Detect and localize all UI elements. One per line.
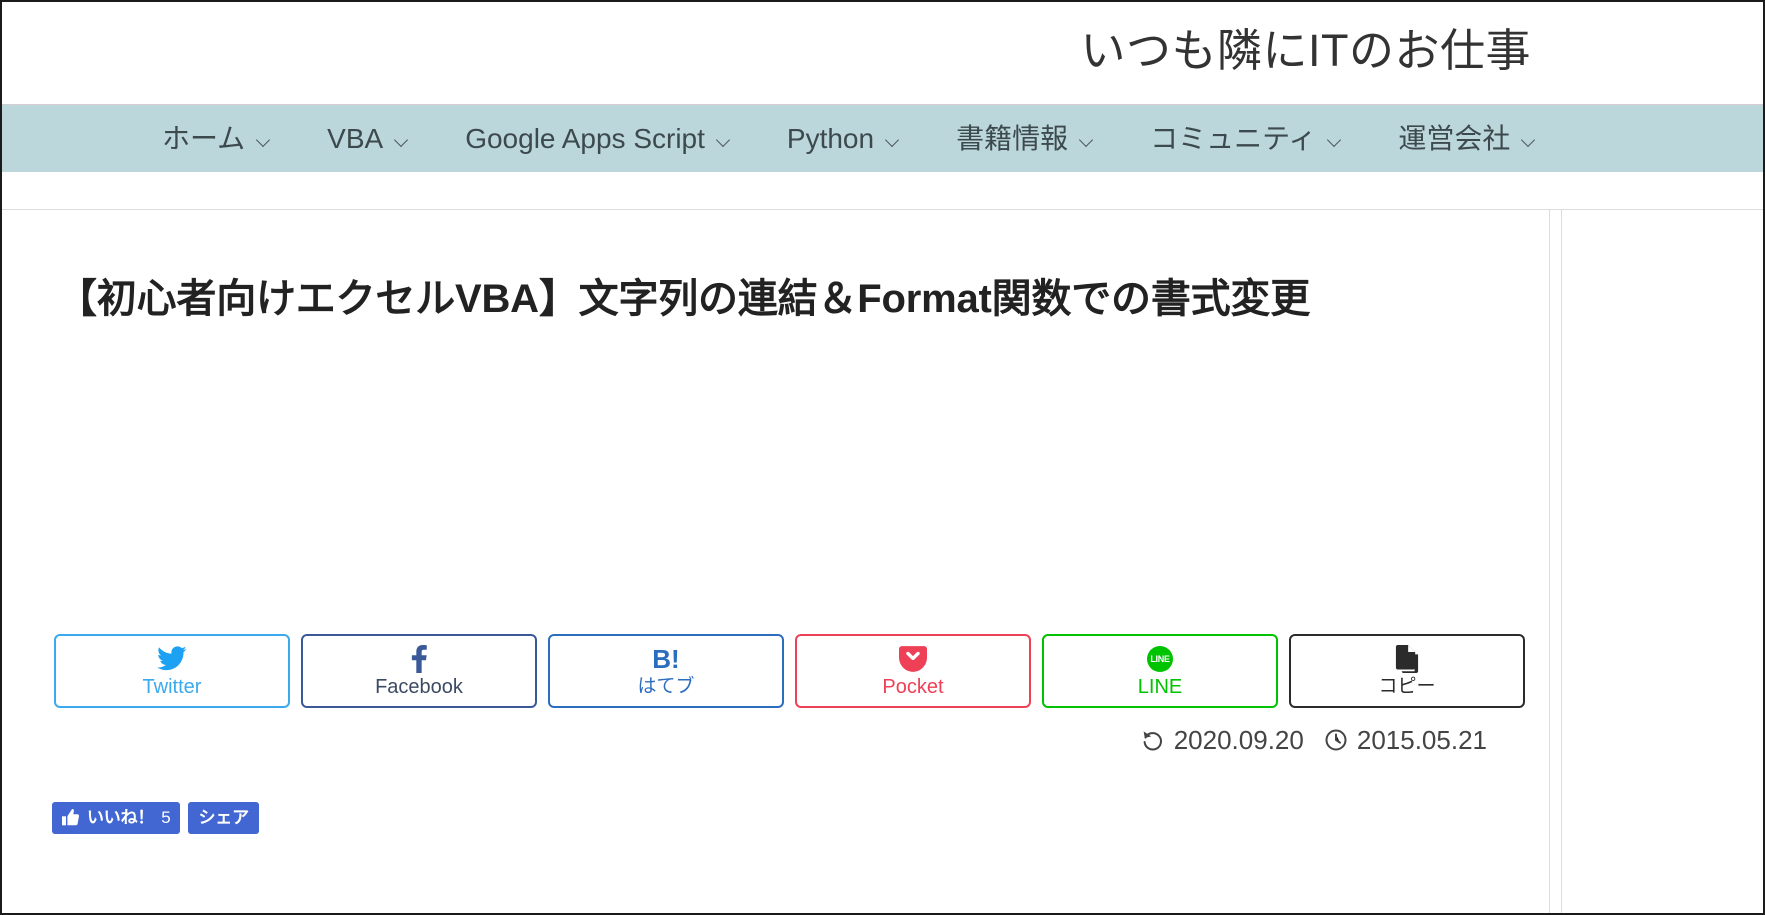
published-date-text: 2015.05.21 [1356, 725, 1487, 755]
sidebar-panel [1561, 210, 1763, 913]
published-date: 2015.05.21 [1324, 725, 1487, 755]
header-content-divider [2, 172, 1763, 210]
share-button-label: はてブ [637, 675, 695, 697]
share-button-facebook[interactable]: Facebook [301, 634, 537, 708]
chevron-down-icon [394, 133, 410, 149]
site-header: いつも隣にITのお仕事 [2, 2, 1763, 104]
nav-item-google-apps-script[interactable]: Google Apps Script [465, 122, 732, 156]
share-button-label: Facebook [375, 675, 463, 698]
chevron-down-icon [1521, 133, 1537, 149]
twitter-bird-icon [157, 644, 187, 674]
thumbs-up-icon [62, 809, 80, 826]
nav-item-label: 運営会社 [1398, 122, 1511, 154]
nav-item-label: Google Apps Script [465, 122, 705, 154]
nav-item-community[interactable]: コミュニティ [1150, 122, 1343, 156]
line-icon: LINE [1147, 644, 1173, 674]
hatena-b-glyph: B! [652, 643, 680, 674]
facebook-share-button[interactable]: シェア [188, 802, 259, 834]
share-button-hatena[interactable]: B! はてブ [548, 634, 784, 708]
facebook-widget: いいね！ 5 シェア [52, 802, 259, 834]
social-share-bar: Twitter Facebook B! はてブ Pocket LINE LINE… [54, 634, 1525, 708]
page-title: 【初心者向けエクセルVBA】文字列の連結＆Format関数での書式変更 [57, 277, 1311, 321]
sidebar [1551, 210, 1763, 913]
facebook-f-icon [411, 644, 428, 674]
nav-item-python[interactable]: Python [787, 122, 901, 156]
chevron-down-icon [716, 133, 732, 149]
share-button-twitter[interactable]: Twitter [54, 634, 290, 708]
history-revert-icon [1143, 731, 1162, 751]
nav-item-books[interactable]: 書籍情報 [956, 122, 1095, 156]
share-button-copy[interactable]: コピー [1289, 634, 1525, 708]
nav-item-label: 書籍情報 [956, 122, 1069, 154]
copy-document-icon [1394, 644, 1420, 674]
nav-item-label: コミュニティ [1150, 122, 1317, 154]
nav-item-label: VBA [327, 122, 384, 154]
nav-item-label: Python [786, 122, 875, 154]
clock-icon [1325, 729, 1347, 751]
browser-viewport: いつも隣にITのお仕事 ホーム VBA Google Apps Script P… [0, 0, 1765, 915]
post-dates: 2020.09.20 2015.05.21 [1141, 725, 1487, 755]
share-button-label: Twitter [142, 675, 202, 698]
facebook-share-label: シェア [198, 808, 249, 827]
nav-item-vba[interactable]: VBA [327, 122, 410, 156]
chevron-down-icon [1327, 133, 1343, 149]
chevron-down-icon [885, 133, 901, 149]
chevron-down-icon [1079, 133, 1095, 149]
chevron-down-icon [256, 133, 272, 149]
facebook-like-button[interactable]: いいね！ 5 [52, 802, 181, 834]
updated-date: 2020.09.20 [1141, 725, 1304, 755]
nav-item-company[interactable]: 運営会社 [1398, 122, 1537, 156]
share-button-label: コピー [1378, 675, 1436, 697]
line-badge-glyph: LINE [1147, 645, 1173, 672]
article-card: 【初心者向けエクセルVBA】文字列の連結＆Format関数での書式変更 Twit… [2, 210, 1550, 913]
share-button-pocket[interactable]: Pocket [795, 634, 1031, 708]
updated-date-text: 2020.09.20 [1173, 725, 1304, 755]
facebook-like-label: いいね！ [87, 808, 155, 827]
main-content: 【初心者向けエクセルVBA】文字列の連結＆Format関数での書式変更 Twit… [2, 210, 1763, 913]
global-navigation: ホーム VBA Google Apps Script Python 書籍情報 コ… [2, 104, 1763, 172]
pocket-icon [899, 644, 927, 674]
share-button-label: Pocket [882, 675, 944, 698]
share-button-label: LINE [1137, 675, 1183, 698]
nav-item-home[interactable]: ホーム [162, 122, 272, 156]
hatena-bookmark-icon: B! [652, 644, 679, 674]
share-button-line[interactable]: LINE LINE [1042, 634, 1278, 708]
nav-item-label: ホーム [162, 122, 246, 154]
site-title[interactable]: いつも隣にITのお仕事 [1081, 20, 1532, 82]
facebook-like-count: 5 [161, 808, 171, 827]
